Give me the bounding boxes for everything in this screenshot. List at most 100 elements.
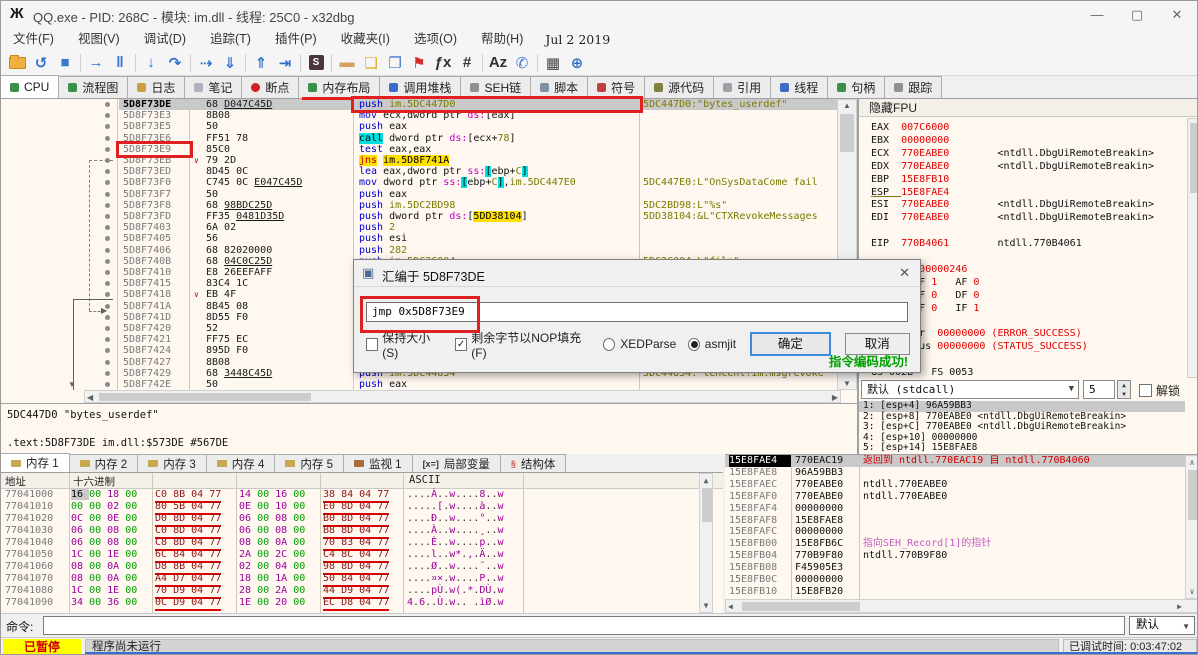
tab-内存布局[interactable]: 内存布局: [298, 76, 381, 100]
breakpoint-dot[interactable]: [105, 124, 110, 130]
disasm-row[interactable]: 5D8F73E6 FF51 78 call dword ptr ds:[ecx+78…: [1, 132, 857, 144]
register-row[interactable]: EAX 007C6000: [871, 122, 997, 134]
restart-icon[interactable]: ↺: [29, 52, 53, 74]
register-row[interactable]: EDX 770EABE0 <ntdll.DbgUiRemoteBreakin>: [871, 161, 1154, 173]
stop-icon[interactable]: ■: [53, 52, 77, 74]
tab-监视 1[interactable]: 监视 1: [342, 454, 413, 472]
minimize-button[interactable]: —: [1077, 1, 1117, 28]
instruction-cell[interactable]: push im.5DC447D0: [351, 95, 643, 114]
patch-icon[interactable]: ▬: [335, 52, 359, 74]
breakpoint-dot[interactable]: [105, 135, 110, 141]
register-row[interactable]: EDI 770EABE0 <ntdll.DbgUiRemoteBreakin>: [871, 212, 1154, 224]
run-icon[interactable]: →: [84, 52, 108, 74]
disasm-row[interactable]: 5D8F7406 68 82020000 push 282: [1, 245, 857, 256]
dump-row[interactable]: 77041070 08 00 0A 00 A4 D7 04 77 18 00 1A 0…: [1, 573, 723, 587]
instruction-cell[interactable]: push eax: [354, 189, 640, 200]
menu-item[interactable]: 插件(P): [263, 28, 329, 50]
dump-vscrollbar[interactable]: ▲ ▼: [699, 473, 713, 613]
stack-row[interactable]: 15E8FB0C 00000000: [725, 574, 1197, 586]
s-block-icon[interactable]: S: [304, 52, 328, 74]
tab-句柄[interactable]: 句柄: [827, 76, 886, 98]
register-row[interactable]: ESP 15E8FAE4: [871, 187, 997, 199]
stack-row[interactable]: 15E8FAE8 96A59BB3: [725, 467, 1197, 479]
breakpoint-dot[interactable]: [105, 326, 110, 331]
dump-row[interactable]: 77041000 16 00 18 00 C0 8B 04 77 14 00 16 0…: [1, 489, 723, 503]
tab-内存 2[interactable]: 内存 2: [68, 454, 139, 472]
keep-size-checkbox[interactable]: [366, 337, 379, 351]
tab-SEH链[interactable]: SEH链: [460, 76, 532, 98]
unlock-checkbox-box[interactable]: [1139, 384, 1152, 397]
instruction-cell[interactable]: push im.5DC2BD98: [354, 200, 640, 211]
memory-dump-pane[interactable]: 地址 十六进制 ASCII 77041000 16 00 18 00 C0 8B 0…: [1, 472, 723, 613]
breakpoint-dot[interactable]: [105, 314, 110, 320]
address-cell[interactable]: 5D8F7429: [119, 368, 190, 379]
tab-脚本[interactable]: 脚本: [530, 76, 589, 98]
run-to-cursor-icon[interactable]: ⇓: [218, 52, 242, 74]
dump-row[interactable]: 77041040 06 00 08 00 C8 8D 04 77 08 00 0A 0…: [1, 537, 723, 551]
stack-row[interactable]: 15E8FAF4 00000000: [725, 503, 1197, 515]
pause-icon[interactable]: ‖: [108, 52, 132, 74]
stack-vscrollbar[interactable]: ∧ ∨: [1185, 455, 1197, 599]
calling-convention-select[interactable]: 默认 (stdcall) ▼: [861, 380, 1079, 399]
instruction-cell[interactable]: push eax: [354, 121, 640, 132]
globe-icon[interactable]: ⊕: [565, 52, 589, 74]
asmjit-radio[interactable]: [687, 337, 700, 351]
breakpoint-dot[interactable]: [105, 382, 110, 387]
dump-row[interactable]: 77041010 00 00 02 00 80 5B 04 77 0E 00 10 0…: [1, 501, 723, 515]
breakpoint-dot[interactable]: [105, 113, 110, 119]
instruction-cell[interactable]: push 282: [354, 245, 640, 256]
tab-调用堆栈[interactable]: 调用堆栈: [379, 76, 462, 98]
breakpoint-dot[interactable]: [105, 337, 110, 343]
tab-源代码[interactable]: 源代码: [644, 76, 715, 98]
address-cell[interactable]: 5D8F73E5: [119, 121, 190, 132]
breakpoint-dot[interactable]: [105, 370, 110, 376]
tab-符号[interactable]: 符号: [587, 76, 646, 98]
unlock-checkbox[interactable]: 解锁: [1139, 382, 1180, 399]
stack-row[interactable]: 15E8FAF0 770EABE0 ntdll.770EABE0: [725, 491, 1197, 503]
menu-item[interactable]: 调试(D): [132, 28, 198, 50]
step-over-icon[interactable]: ↷: [163, 52, 187, 74]
dump-row[interactable]: 77041020 0C 00 0E 00 D0 8D 04 77 06 00 08 0…: [1, 513, 723, 527]
register-row[interactable]: ECX 770EABE0 <ntdll.DbgUiRemoteBreakin>: [871, 148, 1154, 160]
dump-row[interactable]: 77041060 08 00 0A 00 D8 8B 04 77 02 00 04 0…: [1, 561, 723, 575]
tab-CPU[interactable]: CPU: [1, 75, 60, 98]
instruction-cell[interactable]: call dword ptr ds:[ecx+78]: [354, 132, 640, 144]
dump-row[interactable]: 77041030 06 00 08 00 C0 8D 04 77 06 00 08 0…: [1, 525, 723, 539]
disasm-hscrollbar[interactable]: ◀ ▶: [84, 390, 841, 403]
address-cell[interactable]: 5D8F7403: [119, 222, 190, 233]
tab-结构体[interactable]: § 结构体: [499, 454, 567, 472]
address-cell[interactable]: 5D8F73F8: [119, 200, 190, 211]
instruction-cell[interactable]: mov dword ptr ss:[ebp+C],im.5DC447E0: [354, 177, 640, 189]
phone-icon[interactable]: ✆: [510, 52, 534, 74]
open-folder-icon[interactable]: [5, 52, 29, 74]
disasm-row[interactable]: 5D8F7403 6A 02 push 2: [1, 222, 857, 233]
stack-row[interactable]: 15E8FB10 15E8FB20: [725, 586, 1197, 598]
address-cell[interactable]: 5D8F7415: [119, 278, 190, 289]
address-cell[interactable]: 5D8F741A: [119, 301, 190, 312]
ok-button[interactable]: 确定: [750, 332, 831, 356]
execute-till-return-icon[interactable]: ⇢: [194, 52, 218, 74]
breakpoint-dot[interactable]: [105, 236, 110, 242]
instruction-cell[interactable]: lea eax,dword ptr ss:[ebp+C]: [354, 166, 640, 178]
disasm-row[interactable]: 5D8F73E9 85C0 test eax,eax: [1, 140, 857, 159]
stack-row[interactable]: 15E8FAE4 770EAC19 返回到 ntdll.770EAC19 自 ntd…: [725, 455, 1197, 467]
address-cell[interactable]: 5D8F73DE: [119, 99, 190, 111]
registers-vscrollbar[interactable]: [1187, 118, 1197, 378]
calculator-icon[interactable]: ▦: [541, 52, 565, 74]
arg-count-spinner[interactable]: 5: [1083, 380, 1115, 399]
address-cell[interactable]: 5D8F73E6: [119, 133, 190, 144]
breakpoint-dot[interactable]: [105, 146, 110, 152]
instruction-cell[interactable]: push esi: [354, 233, 640, 244]
hash-icon[interactable]: #: [455, 52, 479, 74]
labels-icon[interactable]: ❐: [383, 52, 407, 74]
disasm-row[interactable]: 5D8F73F8 68 98BDC25D push im.5DC2BD98 5DC2B…: [1, 200, 857, 211]
dump-row[interactable]: 77041080 1C 00 1E 00 70 D9 04 77 28 00 2A 0…: [1, 585, 723, 599]
address-cell[interactable]: 5D8F73FD: [119, 211, 190, 222]
address-cell[interactable]: 5D8F7420: [119, 323, 190, 334]
address-cell[interactable]: 5D8F7405: [119, 233, 190, 244]
disasm-row[interactable]: 5D8F73E3 8B08 mov ecx,dword ptr ds:[eax]: [1, 110, 857, 121]
tab-内存 4[interactable]: 内存 4: [205, 454, 276, 472]
az-icon[interactable]: Aᴢ: [486, 52, 510, 74]
tab-引用[interactable]: 引用: [713, 76, 772, 98]
menu-item[interactable]: 帮助(H): [469, 28, 535, 50]
